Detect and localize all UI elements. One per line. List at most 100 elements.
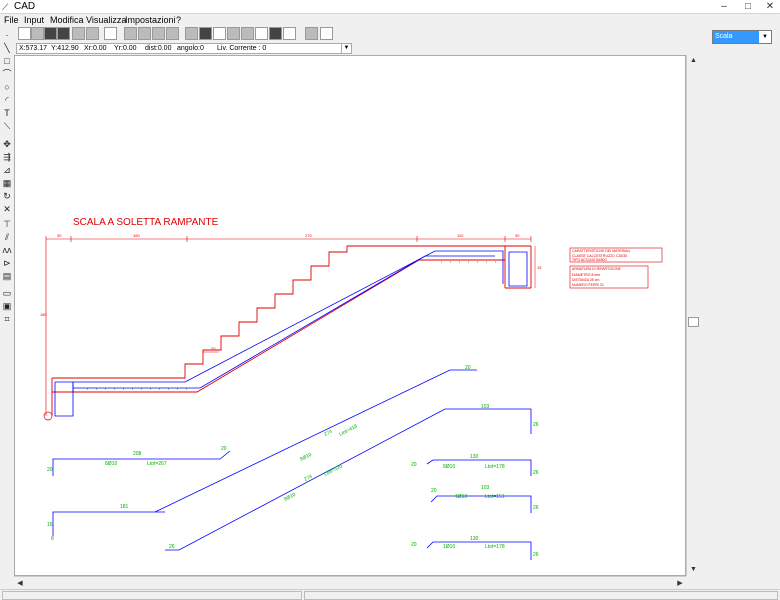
right-panel: Scala ▼ [700, 26, 780, 589]
table-icon[interactable] [269, 27, 282, 40]
distribution-line-3: NUMERO FERRI 31 [572, 283, 604, 287]
extend-icon[interactable]: ⫽ [2, 232, 12, 242]
layer-icon[interactable] [185, 27, 198, 40]
maximize-button[interactable]: □ [736, 0, 760, 14]
bar2-label: 8 [51, 536, 54, 542]
menu-modifica[interactable]: Modifica [50, 14, 84, 26]
dim-left: 180 [40, 312, 47, 317]
menu-visualizza[interactable]: Visualizza [86, 14, 126, 26]
block-icon[interactable]: ▭ [2, 288, 12, 298]
vertical-scroll-thumb[interactable] [688, 317, 699, 327]
dim-top-5: 30 [515, 233, 520, 238]
circle-icon[interactable]: ○ [2, 82, 12, 92]
top-bar-hook: 26 [533, 422, 539, 428]
distribution-title: ARMATURA DI RIPARTIZIONE [572, 267, 621, 271]
drawing-canvas[interactable]: SCALA A SOLETTA RAMPANTE 30 160 270 110 … [14, 55, 686, 576]
app-icon: ⟋ [2, 2, 9, 12]
arc-icon[interactable]: ⌒ [2, 69, 12, 79]
hatch-icon[interactable]: ▤ [2, 271, 12, 281]
open-file-icon[interactable] [31, 27, 44, 40]
zoom-window-icon[interactable] [152, 27, 165, 40]
chevron-down-icon[interactable]: ▼ [341, 44, 351, 53]
menu-impostazioni[interactable]: Impostazioni [125, 14, 176, 26]
stair-outline-top [52, 245, 531, 379]
rebar-main-bottom [73, 255, 495, 389]
graph-icon[interactable] [305, 27, 318, 40]
materials-line-2: TIPO ACCIAIO B450C [572, 258, 607, 262]
close-button[interactable]: ✕ [758, 0, 780, 14]
bar1-length: 208 [133, 451, 142, 457]
vertical-scrollbar[interactable]: ▲ ▼ [686, 55, 699, 576]
chevron-down-icon[interactable]: ▼ [759, 31, 771, 43]
entity-type-select[interactable]: Scala ▼ [712, 30, 772, 44]
menu-bar: File Input Modifica Visualizza Impostazi… [0, 14, 780, 26]
print-icon[interactable] [86, 27, 99, 40]
distribution-line-2: DISTANZA 25 cm [572, 278, 599, 282]
move-icon[interactable]: ✥ [2, 139, 12, 149]
dimension-icon[interactable]: ⟍ [2, 121, 12, 131]
grid-icon[interactable] [199, 27, 212, 40]
bar2-hook: 15 [47, 522, 53, 528]
rebar-stirrup-right [508, 251, 528, 287]
menu-input[interactable]: Input [24, 14, 44, 26]
menu-help[interactable]: ? [176, 14, 181, 26]
snap-icon[interactable] [213, 27, 226, 40]
osnap-icon[interactable] [227, 27, 240, 40]
window-title: CAD [14, 1, 36, 12]
stretch-icon[interactable]: ⊳ [2, 258, 12, 268]
line-icon[interactable]: ╲ [2, 43, 12, 53]
mirror-icon[interactable]: ⊿ [2, 165, 12, 175]
dim-right: 15 [537, 265, 542, 270]
r2-hook-l: 20 [431, 488, 437, 494]
r3-hook-l: 20 [411, 542, 417, 548]
status-pane-2 [304, 591, 778, 600]
horizontal-scrollbar[interactable]: ◀ ▶ [14, 576, 686, 589]
dim-top-2: 160 [133, 233, 140, 238]
scroll-up-icon[interactable]: ▲ [687, 55, 700, 67]
r3-ltot: Ltot=178 [485, 544, 505, 550]
diag2-hook: 26 [169, 544, 175, 550]
r1-hook-l: 20 [411, 462, 417, 468]
coord-xr: Xr:0.00 [84, 45, 107, 52]
diag2-ltot: Ltot=520 [323, 463, 343, 477]
cut-icon[interactable] [104, 27, 117, 40]
left-toolbar: · ╲ □ ⌒ ○ ◜ T ⟍ ✥ ⇶ ⊿ ▦ ↻ ✕ ⊤ ⫽ ʌʌ ⊳ ▤ ▭… [0, 26, 14, 326]
scroll-down-icon[interactable]: ▼ [687, 564, 700, 576]
offset-icon[interactable]: ʌʌ [2, 245, 12, 255]
text-icon[interactable]: T [2, 108, 12, 118]
rectangle-icon[interactable]: □ [2, 56, 12, 66]
menu-file[interactable]: File [4, 14, 19, 26]
main-toolbar [0, 26, 700, 42]
copy-icon[interactable]: ⇶ [2, 152, 12, 162]
pointer-icon[interactable] [320, 27, 333, 40]
save-icon[interactable] [44, 27, 57, 40]
ortho-icon[interactable] [241, 27, 254, 40]
delete-icon[interactable] [283, 27, 296, 40]
distribution-line-1: DIAMETRO 8 mm [572, 273, 600, 277]
properties-icon[interactable]: ⌗ [2, 314, 12, 324]
rotate-icon[interactable]: ↻ [2, 191, 12, 201]
origin-marker [43, 411, 53, 421]
insert-icon[interactable]: ▣ [2, 301, 12, 311]
zoom-out-icon[interactable] [138, 27, 151, 40]
r1-ltot: Ltot=178 [485, 464, 505, 470]
new-file-icon[interactable] [18, 27, 31, 40]
save-as-icon[interactable] [57, 27, 70, 40]
trim-icon[interactable]: ⊤ [2, 219, 12, 229]
dim-top-1: 30 [57, 233, 62, 238]
entity-type-value: Scala [713, 31, 759, 43]
diag1-label: 8Ø10 [299, 452, 313, 463]
zoom-all-icon[interactable] [166, 27, 179, 40]
array-icon[interactable]: ▦ [2, 178, 12, 188]
current-layer-select[interactable]: Liv. Corrente : 0 [217, 44, 266, 53]
title-bar: ⟋ CAD – □ ✕ [0, 0, 780, 14]
r3-label: 1Ø10 [443, 544, 455, 550]
export-icon[interactable] [72, 27, 85, 40]
point-icon[interactable]: · [2, 30, 12, 40]
status-pane-1 [2, 591, 302, 600]
erase-icon[interactable]: ✕ [2, 204, 12, 214]
polar-icon[interactable] [255, 27, 268, 40]
arc2-icon[interactable]: ◜ [2, 95, 12, 105]
minimize-button[interactable]: – [712, 0, 736, 14]
zoom-in-icon[interactable] [124, 27, 137, 40]
